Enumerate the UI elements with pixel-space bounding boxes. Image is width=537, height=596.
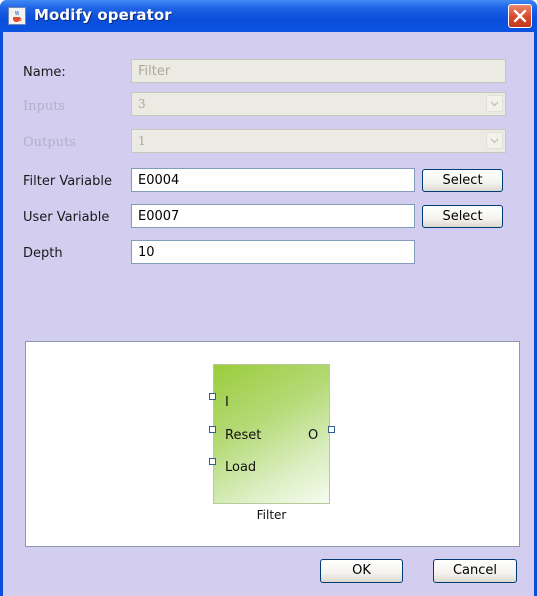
inputs-select-value: 3: [138, 97, 146, 111]
window-title: Modify operator: [34, 6, 172, 24]
outputs-label: Outputs: [23, 135, 76, 150]
port-label-reset: Reset: [225, 428, 262, 443]
close-icon: [513, 9, 527, 23]
filter-operator-block[interactable]: I Reset Load O: [209, 364, 335, 504]
operator-preview-panel: I Reset Load O Filter: [25, 341, 520, 547]
name-field[interactable]: Filter: [131, 59, 506, 83]
user-variable-select-button[interactable]: Select: [422, 205, 503, 228]
cancel-button[interactable]: Cancel: [433, 559, 517, 583]
depth-label: Depth: [23, 246, 63, 261]
port-label-o: O: [308, 428, 319, 443]
close-button[interactable]: [508, 4, 532, 28]
java-cup-icon: [8, 7, 26, 25]
title-bar[interactable]: Modify operator: [0, 0, 537, 32]
outputs-select[interactable]: 1: [131, 129, 506, 153]
modify-operator-dialog: Modify operator Name: Filter Inputs 3 Ou…: [0, 0, 537, 596]
filter-variable-field[interactable]: E0004: [131, 168, 415, 192]
input-port-i[interactable]: [209, 393, 216, 400]
outputs-select-value: 1: [138, 134, 146, 148]
filter-variable-label: Filter Variable: [23, 174, 112, 189]
port-label-load: Load: [225, 460, 257, 475]
input-port-load[interactable]: [209, 458, 216, 465]
user-variable-label: User Variable: [23, 210, 110, 225]
ok-button[interactable]: OK: [320, 559, 403, 583]
name-label: Name:: [23, 65, 66, 80]
filter-variable-select-button[interactable]: Select: [422, 169, 503, 192]
depth-field[interactable]: 10: [131, 240, 415, 264]
user-variable-field[interactable]: E0007: [131, 204, 415, 228]
port-label-i: I: [225, 395, 229, 410]
block-name-label: Filter: [256, 508, 287, 522]
chevron-down-icon[interactable]: [486, 132, 503, 149]
inputs-label: Inputs: [23, 99, 66, 114]
chevron-down-icon[interactable]: [486, 95, 503, 112]
input-port-reset[interactable]: [209, 426, 216, 433]
dialog-content: Name: Filter Inputs 3 Outputs 1 Filter V…: [3, 32, 534, 596]
output-port-o[interactable]: [328, 426, 335, 433]
inputs-select[interactable]: 3: [131, 92, 506, 116]
